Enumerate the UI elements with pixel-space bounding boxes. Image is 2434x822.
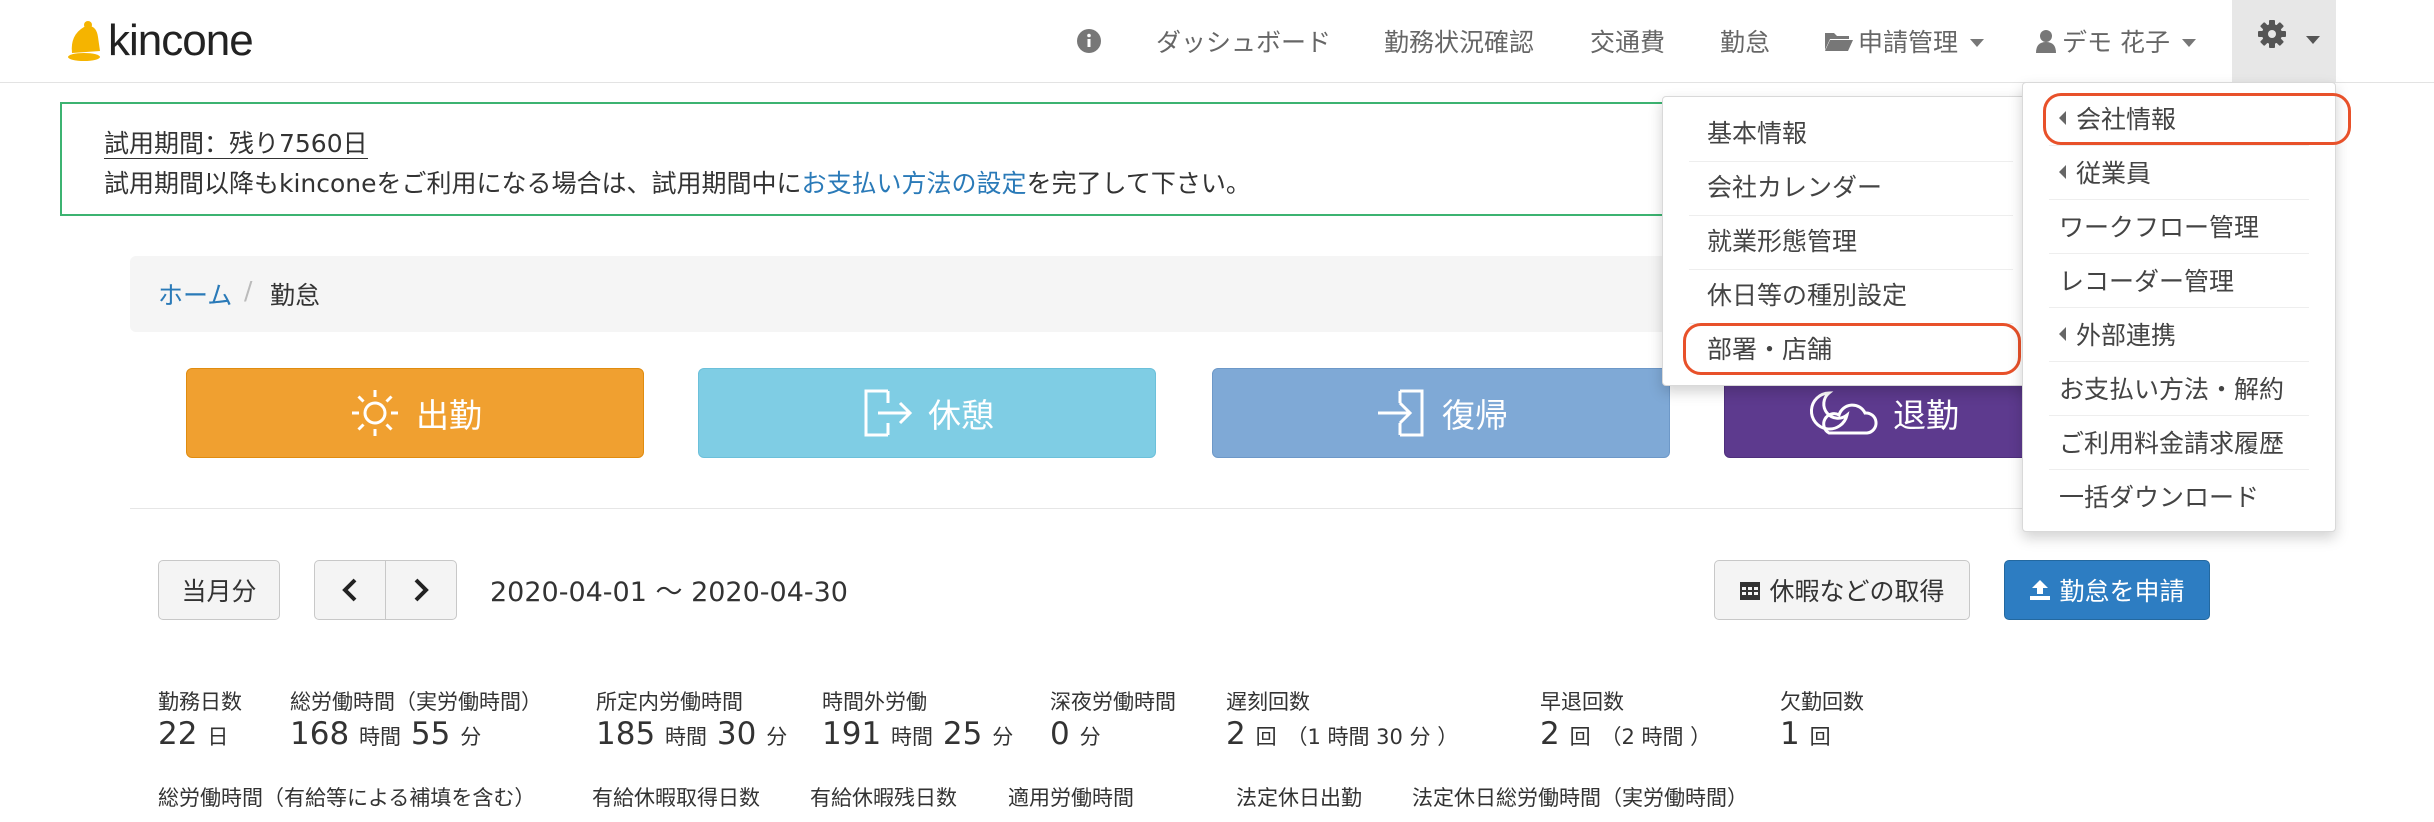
return-label: 復帰: [1442, 396, 1508, 435]
chevron-left-icon: [342, 578, 357, 602]
menu-employees[interactable]: 従業員: [2023, 145, 2335, 199]
nav-requests-label: 申請管理: [1858, 28, 1959, 57]
chevron-down-icon: [2306, 36, 2320, 44]
nav-transport[interactable]: 交通費: [1590, 0, 1665, 82]
highlight-ring: [2043, 93, 2351, 145]
nav-work-status[interactable]: 勤務状況確認: [1384, 0, 1534, 82]
nav-user-menu[interactable]: デモ 花子: [2036, 0, 2196, 82]
moon-cloud-icon: [1809, 391, 1878, 435]
stat-value: 22 日: [158, 716, 229, 752]
gear-icon: [2258, 20, 2286, 48]
trial-message: 試用期間以降もkinconeをご利用になる場合は、試用期間中にお支払い方法の設定…: [104, 164, 1251, 200]
prev-month-button[interactable]: [314, 560, 386, 620]
stat-label: 総労働時間（実労働時間）: [290, 690, 542, 714]
stat-label: 遅刻回数: [1226, 690, 1310, 714]
stat-label: 法定休日総労働時間（実労働時間）: [1412, 786, 1748, 810]
company-info-submenu: 基本情報 会社カレンダー 就業形態管理 休日等の種別設定 部署・店舗: [1662, 96, 2040, 386]
brand-name: kincone: [108, 16, 254, 65]
stat-value: 191 時間 25 分: [822, 716, 1014, 752]
menu-recorder[interactable]: レコーダー管理: [2023, 253, 2335, 307]
section-divider: [130, 508, 2030, 509]
stat-label: 有給休暇残日数: [810, 786, 957, 810]
stat-label: 深夜労働時間: [1050, 690, 1176, 714]
stat-value: 2 回 （1 時間 30 分 ）: [1226, 716, 1459, 752]
highlight-ring: [1683, 323, 2021, 375]
chevron-left-icon: [2059, 327, 2066, 341]
clock-out-label: 退勤: [1893, 396, 1959, 435]
next-month-button[interactable]: [385, 560, 457, 620]
stat-label: 早退回数: [1540, 690, 1624, 714]
chevron-down-icon: [2181, 38, 2196, 47]
nav-requests[interactable]: 申請管理: [1824, 0, 1985, 82]
menu-billing-history[interactable]: ご利用料金請求履歴: [2023, 415, 2335, 469]
break-button[interactable]: 休憩: [698, 368, 1156, 458]
upload-icon: [2030, 580, 2051, 600]
date-range: 2020-04-01 〜 2020-04-30: [490, 577, 848, 608]
stat-value: 1 回: [1780, 716, 1831, 752]
brand-logo[interactable]: kincone: [64, 12, 254, 70]
menu-workflow[interactable]: ワークフロー管理: [2023, 199, 2335, 253]
settings-dropdown: 会社情報 従業員 ワークフロー管理 レコーダー管理 外部連携 お支払い方法・解約…: [2022, 82, 2351, 532]
folder-open-icon: [1825, 33, 1853, 51]
breadcrumb-home[interactable]: ホーム: [158, 276, 232, 312]
payment-settings-link[interactable]: お支払い方法の設定: [802, 169, 1027, 198]
nav-attendance[interactable]: 勤怠: [1720, 0, 1770, 82]
trial-message-suffix: を完了して下さい。: [1026, 169, 1251, 198]
menu-integrations[interactable]: 外部連携: [2023, 307, 2335, 361]
clock-in-label: 出勤: [416, 396, 482, 435]
breadcrumb-current: 勤怠: [270, 281, 321, 310]
chevron-down-icon: [1970, 38, 1985, 47]
stat-value: 0 分: [1050, 716, 1101, 752]
enter-icon: [1378, 389, 1424, 437]
this-month-button[interactable]: 当月分: [158, 560, 280, 620]
take-leave-label: 休暇などの取得: [1769, 577, 1945, 606]
sun-icon: [352, 390, 398, 436]
break-label: 休憩: [928, 396, 994, 435]
submenu-employment-type[interactable]: 就業形態管理: [1663, 213, 2039, 267]
trial-message-prefix: 試用期間以降もkinconeをご利用になる場合は、試用期間中に: [104, 169, 802, 198]
chevron-right-icon: [414, 578, 429, 602]
menu-bulk-download[interactable]: 一括ダウンロード: [2023, 469, 2335, 523]
stat-label: 時間外労働: [822, 690, 927, 714]
submenu-company-calendar[interactable]: 会社カレンダー: [1663, 159, 2039, 213]
trial-title: 試用期間：残り7560日: [104, 129, 368, 159]
chevron-left-icon: [2059, 165, 2066, 179]
nav-dashboard[interactable]: ダッシュボード: [1156, 0, 1331, 82]
stat-label: 法定休日出勤: [1236, 786, 1362, 810]
apply-attendance-button[interactable]: 勤怠を申請: [2004, 560, 2210, 620]
calendar-icon: [1740, 582, 1761, 600]
take-leave-button[interactable]: 休暇などの取得: [1714, 560, 1970, 620]
bell-icon: [68, 21, 100, 61]
stat-label: 総労働時間（有給等による補填を含む）: [158, 786, 536, 810]
top-navbar: kincone ダッシュボード 勤務状況確認 交通費 勤怠 申請管理 デモ 花子: [0, 0, 2434, 83]
breadcrumb-separator: /: [244, 276, 253, 305]
stat-value: 168 時間 55 分: [290, 716, 482, 752]
menu-payment-cancel[interactable]: お支払い方法・解約: [2023, 361, 2335, 415]
stat-label: 欠勤回数: [1780, 690, 1864, 714]
apply-attendance-label: 勤怠を申請: [2059, 577, 2185, 606]
exit-icon: [864, 389, 913, 437]
stat-value: 185 時間 30 分: [596, 716, 788, 752]
stat-label: 所定内労働時間: [596, 690, 743, 714]
submenu-basic-info[interactable]: 基本情報: [1663, 105, 2039, 159]
stat-label: 有給休暇取得日数: [592, 786, 760, 810]
info-icon[interactable]: [1076, 0, 1102, 82]
stat-label: 勤務日数: [158, 690, 242, 714]
stat-value: 2 回 （2 時間 ）: [1540, 716, 1712, 752]
settings-menu-toggle[interactable]: [2232, 0, 2336, 82]
user-icon: [2036, 30, 2056, 53]
submenu-holiday-types[interactable]: 休日等の種別設定: [1663, 267, 2039, 321]
clock-in-button[interactable]: 出勤: [186, 368, 644, 458]
stat-label: 適用労働時間: [1008, 786, 1134, 810]
return-button[interactable]: 復帰: [1212, 368, 1670, 458]
user-name: デモ 花子: [2062, 28, 2170, 57]
